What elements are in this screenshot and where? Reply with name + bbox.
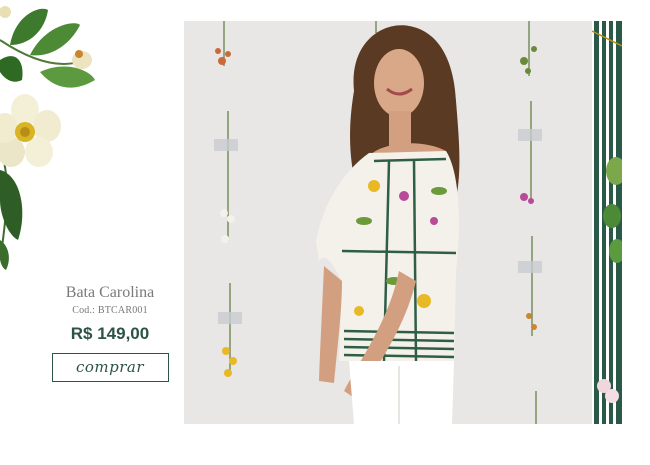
product-name[interactable]: Bata Carolina (40, 283, 180, 303)
decorative-stripes (592, 21, 622, 424)
decorative-flower-icon (0, 0, 110, 280)
buy-button[interactable]: comprar (51, 353, 169, 382)
product-code: Cod.: BTCAR001 (72, 305, 148, 316)
product-info: Bata Carolina Cod.: BTCAR001 R$ 149,00 c… (40, 283, 180, 382)
product-photo[interactable] (184, 21, 592, 424)
product-price: R$ 149,00 (70, 324, 150, 343)
